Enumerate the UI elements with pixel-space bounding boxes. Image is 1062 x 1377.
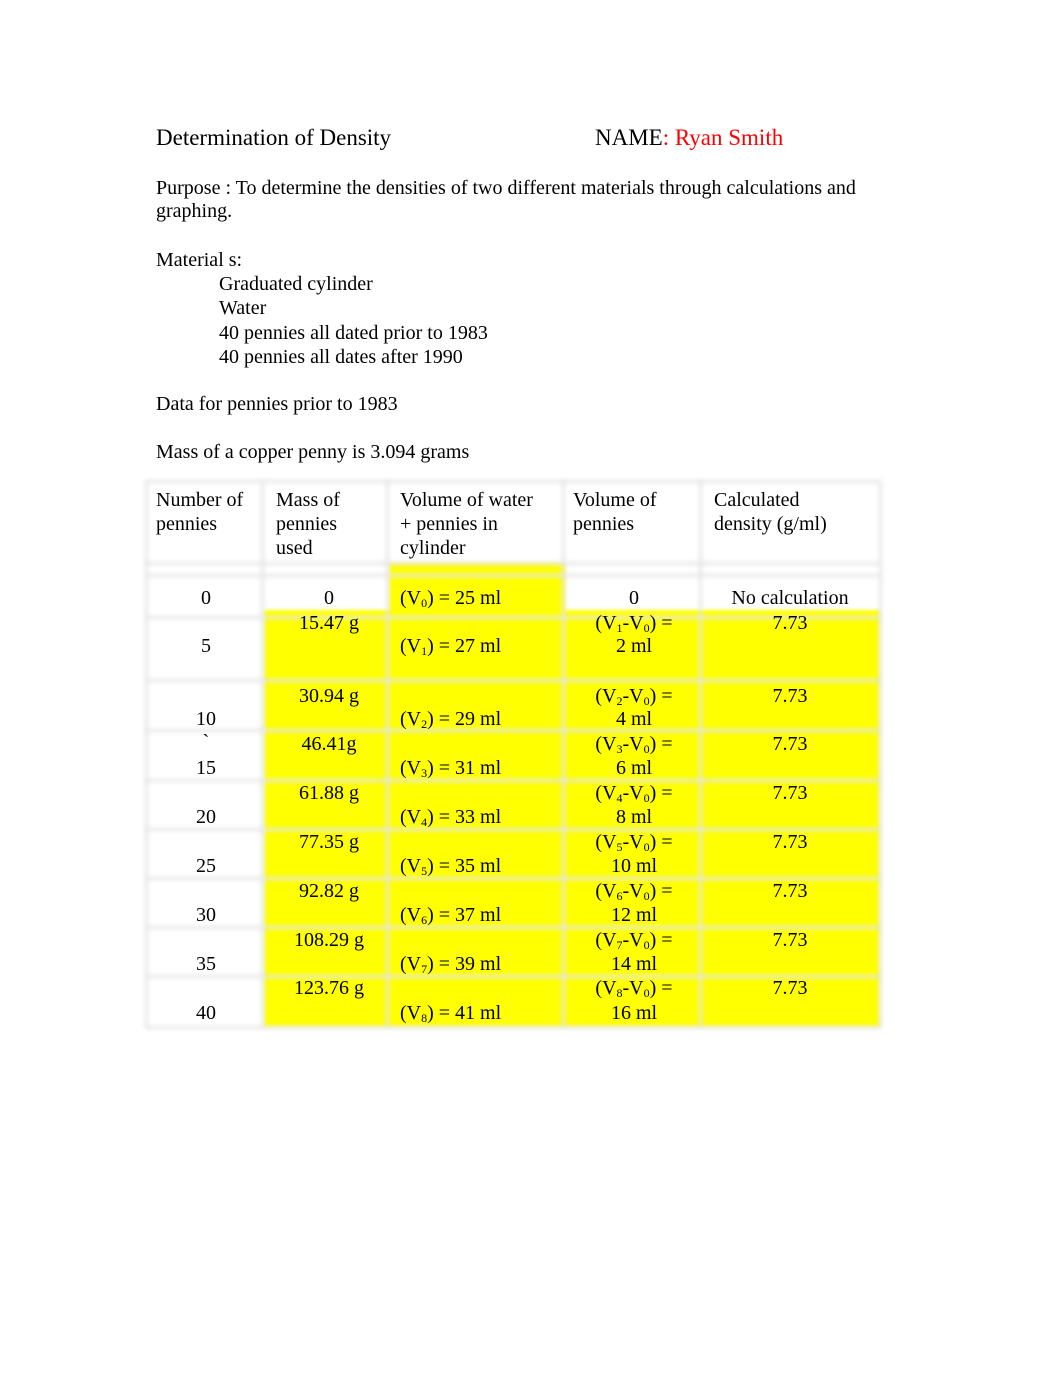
student-name: : Ryan Smith xyxy=(662,125,784,150)
cell-mass: 123.76 g xyxy=(294,977,364,999)
page-title: Determination of Density xyxy=(156,125,392,150)
cell-volume-total: (V0) = 25 ml xyxy=(400,587,502,610)
material-item: 40 pennies all dates after 1990 xyxy=(219,346,463,368)
material-item: Graduated cylinder xyxy=(219,273,373,295)
cell-number: 30 xyxy=(196,904,216,926)
cell-mass: 0 xyxy=(324,587,334,609)
cell-number: 5 xyxy=(201,635,211,657)
name-field: NAME: Ryan Smith xyxy=(595,125,783,151)
column-header: Mass of xyxy=(276,489,340,511)
table-row-border xyxy=(146,679,880,682)
cell-number: 20 xyxy=(196,806,216,828)
cell-density: 7.73 xyxy=(772,977,808,999)
cell-volume-pennies: 12 ml xyxy=(610,904,658,926)
cell-volume-pennies: 2 ml xyxy=(615,635,653,657)
cell-volume-total: (V2) = 29 ml xyxy=(400,708,502,731)
cell-number: 15 xyxy=(196,757,216,779)
purpose-text: Purpose : To determine the densities of … xyxy=(156,177,856,222)
cell-mass: 61.88 g xyxy=(299,782,359,804)
cell-number: 40 xyxy=(196,1002,216,1024)
cell-volume-total: (V6) = 37 ml xyxy=(400,904,502,927)
cell-volume-formula: (V2-V0) = xyxy=(595,685,673,708)
column-header: pennies xyxy=(156,513,218,535)
cell-volume-formula: (V5-V0) = xyxy=(595,831,673,854)
cell-mass: 30.94 g xyxy=(299,685,359,707)
cell-number: 25 xyxy=(196,855,216,877)
column-header: + pennies in xyxy=(400,513,498,535)
column-header: Number of xyxy=(156,489,244,511)
table-row-border xyxy=(146,1026,880,1029)
cell-volume-formula: (V4-V0) = xyxy=(595,782,673,805)
material-item: 40 pennies all dated prior to 1983 xyxy=(219,322,488,344)
column-header: Calculated xyxy=(714,489,800,511)
cell-volume-pennies: 8 ml xyxy=(615,806,653,828)
cell-volume-total: (V5) = 35 ml xyxy=(400,855,502,878)
cell-mass: 92.82 g xyxy=(299,880,359,902)
density-data-table: Number of pennies Mass of pennies used Volume… xyxy=(145,480,882,1029)
table-row-border xyxy=(146,574,880,577)
cell-density: 7.73 xyxy=(772,831,808,853)
cell-mass: 15.47 g xyxy=(299,612,359,634)
cell-number: 35 xyxy=(196,953,216,975)
table-row-border xyxy=(146,480,880,483)
column-header: Volume of water xyxy=(400,489,533,511)
cell-volume-formula: (V3-V0) = xyxy=(595,733,673,756)
cell-volume-total: (V4) = 33 ml xyxy=(400,806,502,829)
cell-density: No calculation xyxy=(731,587,849,609)
cell-density: 7.73 xyxy=(772,733,808,755)
cell-volume-total: (V7) = 39 ml xyxy=(400,953,502,976)
cell-number: 10 xyxy=(196,708,216,730)
mass-note: Mass of a copper penny is 3.094 grams xyxy=(156,441,470,463)
cell-volume-pennies: 10 ml xyxy=(610,855,658,877)
cell-density: 7.73 xyxy=(772,612,808,634)
cell-mass: 77.35 g xyxy=(299,831,359,853)
column-header: cylinder xyxy=(400,537,466,559)
cell-volume-total: (V8) = 41 ml xyxy=(400,1002,502,1025)
cell-volume-pennies: 0 xyxy=(629,587,639,609)
materials-heading: Material s: xyxy=(156,249,243,271)
cell-volume-formula: (V6-V0) = xyxy=(595,880,673,903)
cell-density: 7.73 xyxy=(772,685,808,707)
cell-density: 7.73 xyxy=(772,929,808,951)
column-header: Volume of xyxy=(573,489,657,511)
table-row-border xyxy=(146,562,880,565)
stray-mark: ` xyxy=(202,731,210,753)
column-header: pennies xyxy=(573,513,635,535)
column-header: used xyxy=(276,537,313,559)
column-header: density (g/ml) xyxy=(714,513,827,535)
column-header: pennies xyxy=(276,513,338,535)
name-label: NAME xyxy=(595,125,663,150)
data-heading: Data for pennies prior to 1983 xyxy=(156,393,398,415)
cell-volume-pennies: 14 ml xyxy=(610,953,658,975)
cell-volume-total: (V1) = 27 ml xyxy=(400,635,502,658)
cell-volume-pennies: 4 ml xyxy=(615,708,653,730)
cell-mass: 108.29 g xyxy=(294,929,364,951)
cell-volume-pennies: 16 ml xyxy=(610,1002,658,1024)
cell-density: 7.73 xyxy=(772,880,808,902)
cell-volume-formula: (V1-V0) = xyxy=(595,612,673,635)
material-item: Water xyxy=(219,297,267,319)
cell-volume-formula: (V7-V0) = xyxy=(595,929,673,952)
cell-density: 7.73 xyxy=(772,782,808,804)
cell-volume-formula: (V8-V0) = xyxy=(595,977,673,1000)
cell-volume-pennies: 6 ml xyxy=(615,757,653,779)
cell-volume-total: (V3) = 31 ml xyxy=(400,757,502,780)
